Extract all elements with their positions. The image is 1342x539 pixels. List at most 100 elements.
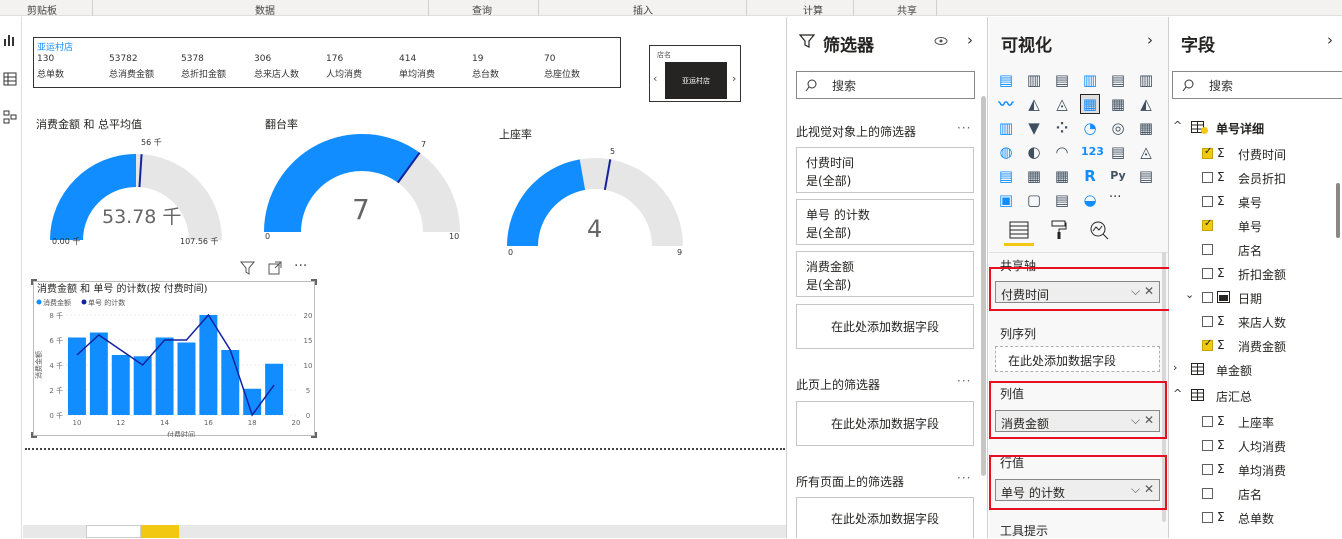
- field-item[interactable]: Σ 人均消费: [1169, 436, 1342, 456]
- line-column-combo-icon[interactable]: ▦: [1080, 94, 1100, 114]
- bar[interactable]: [265, 363, 284, 415]
- field-table[interactable]: ^ 单号详细: [1169, 118, 1342, 138]
- bar[interactable]: [111, 355, 130, 415]
- decomposition-tree-icon[interactable]: ▣: [997, 191, 1015, 209]
- line-clustered-combo-icon[interactable]: ▦: [1109, 95, 1127, 113]
- field-checkbox[interactable]: [1202, 338, 1213, 351]
- field-checkbox[interactable]: [1202, 316, 1213, 327]
- field-item[interactable]: Σ 上座率: [1169, 412, 1342, 432]
- field-checkbox[interactable]: [1202, 172, 1213, 183]
- field-item[interactable]: Σ 付费时间: [1169, 144, 1342, 164]
- stacked-bar-icon[interactable]: ▤: [997, 71, 1015, 89]
- add-page-tab[interactable]: [141, 525, 179, 538]
- add-data-field-dropzone[interactable]: 在此处添加数据字段: [796, 401, 974, 446]
- add-data-field-dropzone[interactable]: 在此处添加数据字段: [995, 346, 1160, 372]
- bar[interactable]: [199, 315, 218, 415]
- more-options-icon[interactable]: ···: [957, 374, 971, 388]
- field-checkbox[interactable]: [1202, 464, 1213, 475]
- stacked-column-icon[interactable]: ▥: [1025, 71, 1043, 89]
- field-checkbox[interactable]: [1202, 416, 1213, 427]
- bar[interactable]: [155, 337, 174, 416]
- slicer-icon[interactable]: ▤: [997, 167, 1015, 185]
- bar[interactable]: [89, 332, 108, 416]
- field-item[interactable]: Σ 消费金额: [1169, 336, 1342, 356]
- more-options-icon[interactable]: ···: [957, 121, 971, 135]
- filter-icon[interactable]: [240, 261, 255, 275]
- more-visuals-icon[interactable]: ···: [1109, 190, 1121, 205]
- field-table[interactable]: ^ 店汇总: [1169, 386, 1342, 406]
- stacked-area-icon[interactable]: ◬: [1053, 95, 1071, 113]
- field-item[interactable]: 店名: [1169, 240, 1342, 260]
- store-slicer[interactable]: 店名 ‹ 亚运村店 ›: [649, 45, 741, 102]
- scatter-icon[interactable]: ⁘: [1053, 119, 1071, 137]
- field-checkbox[interactable]: [1202, 218, 1213, 231]
- clustered-bar-icon[interactable]: ▤: [1053, 71, 1071, 89]
- smart-narrative-icon[interactable]: ▤: [1053, 191, 1071, 209]
- bar[interactable]: [221, 350, 240, 415]
- legend-item[interactable]: 消费金额: [43, 298, 71, 307]
- field-item[interactable]: Σ 折扣金额: [1169, 264, 1342, 284]
- map-icon[interactable]: ◍: [997, 143, 1015, 161]
- more-options-icon[interactable]: ···: [957, 471, 971, 485]
- kpi-card[interactable]: 亚运村店 130 总单数 53782 总消费金额 5378 总折扣金额 306 …: [33, 37, 621, 88]
- field-table[interactable]: › 单金额: [1169, 360, 1342, 380]
- legend-item[interactable]: 单号 的计数: [88, 298, 125, 307]
- field-checkbox[interactable]: [1202, 268, 1213, 279]
- field-item[interactable]: Σ 桌号: [1169, 192, 1342, 212]
- table-icon[interactable]: ▦: [1025, 167, 1043, 185]
- qa-icon[interactable]: ▢: [1025, 191, 1043, 209]
- field-checkbox[interactable]: [1202, 146, 1213, 159]
- chevron-right-icon[interactable]: ›: [732, 72, 736, 85]
- eye-icon[interactable]: [934, 36, 948, 46]
- page-tab[interactable]: [86, 525, 141, 538]
- r-visual-icon[interactable]: R: [1081, 167, 1099, 185]
- more-options-icon[interactable]: ···: [294, 258, 307, 274]
- field-checkbox[interactable]: [1202, 244, 1213, 255]
- chevron-down-icon[interactable]: ^: [1173, 119, 1182, 132]
- filter-card[interactable]: 付费时间 是(全部): [796, 147, 974, 193]
- data-view-icon[interactable]: [3, 72, 17, 86]
- field-item[interactable]: 店名: [1169, 484, 1342, 504]
- field-item[interactable]: Σ 总单数: [1169, 508, 1342, 528]
- ribbon-chart-icon[interactable]: ◭: [1137, 95, 1155, 113]
- format-paint-roller-icon[interactable]: [1051, 220, 1067, 240]
- card-icon[interactable]: 123: [1081, 143, 1104, 161]
- filled-map-icon[interactable]: ◐: [1025, 143, 1043, 161]
- filters-scrollbar[interactable]: [981, 96, 986, 476]
- gauge-icon[interactable]: ◠: [1053, 143, 1071, 161]
- filter-card[interactable]: 单号 的计数 是(全部): [796, 199, 974, 245]
- bar[interactable]: [177, 342, 196, 416]
- field-item[interactable]: Σ 来店人数: [1169, 312, 1342, 332]
- 100-bar-icon[interactable]: ▤: [1109, 71, 1127, 89]
- collapse-pane-icon[interactable]: ›: [1147, 31, 1153, 49]
- chevron-expand-icon[interactable]: ⌄: [1185, 288, 1194, 301]
- filters-search-input[interactable]: 搜索: [796, 71, 975, 99]
- python-visual-icon[interactable]: Py: [1109, 167, 1127, 185]
- key-influencers-icon[interactable]: ▤: [1137, 167, 1155, 185]
- fields-search-input[interactable]: 搜索: [1172, 71, 1342, 99]
- field-item[interactable]: Σ 单均消费: [1169, 460, 1342, 480]
- field-item[interactable]: Σ 会员折扣: [1169, 168, 1342, 188]
- treemap-icon[interactable]: ▦: [1137, 119, 1155, 137]
- paginated-report-icon[interactable]: ◒: [1081, 191, 1099, 209]
- bar[interactable]: [243, 388, 262, 415]
- field-checkbox[interactable]: [1202, 512, 1213, 523]
- chevron-right-icon[interactable]: ›: [1173, 361, 1177, 374]
- donut-icon[interactable]: ◎: [1109, 119, 1127, 137]
- chevron-left-icon[interactable]: ‹: [653, 72, 657, 85]
- line-chart-icon[interactable]: 〰: [997, 95, 1015, 113]
- focus-mode-icon[interactable]: [268, 261, 282, 275]
- clustered-column-icon[interactable]: ▥: [1081, 71, 1099, 89]
- report-view-icon[interactable]: [3, 33, 17, 47]
- 100-column-icon[interactable]: ▥: [1137, 71, 1155, 89]
- field-checkbox[interactable]: [1202, 488, 1213, 499]
- fields-tab-icon[interactable]: [1009, 221, 1029, 239]
- slicer-tile[interactable]: 亚运村店: [665, 62, 727, 99]
- fields-scrollbar[interactable]: [1336, 183, 1340, 238]
- collapse-pane-icon[interactable]: ›: [967, 31, 973, 49]
- multirow-card-icon[interactable]: ▤: [1109, 143, 1127, 161]
- add-data-field-dropzone[interactable]: 在此处添加数据字段: [796, 497, 974, 538]
- field-checkbox[interactable]: [1202, 196, 1213, 207]
- collapse-pane-icon[interactable]: ›: [1327, 31, 1333, 49]
- field-checkbox[interactable]: [1202, 440, 1213, 451]
